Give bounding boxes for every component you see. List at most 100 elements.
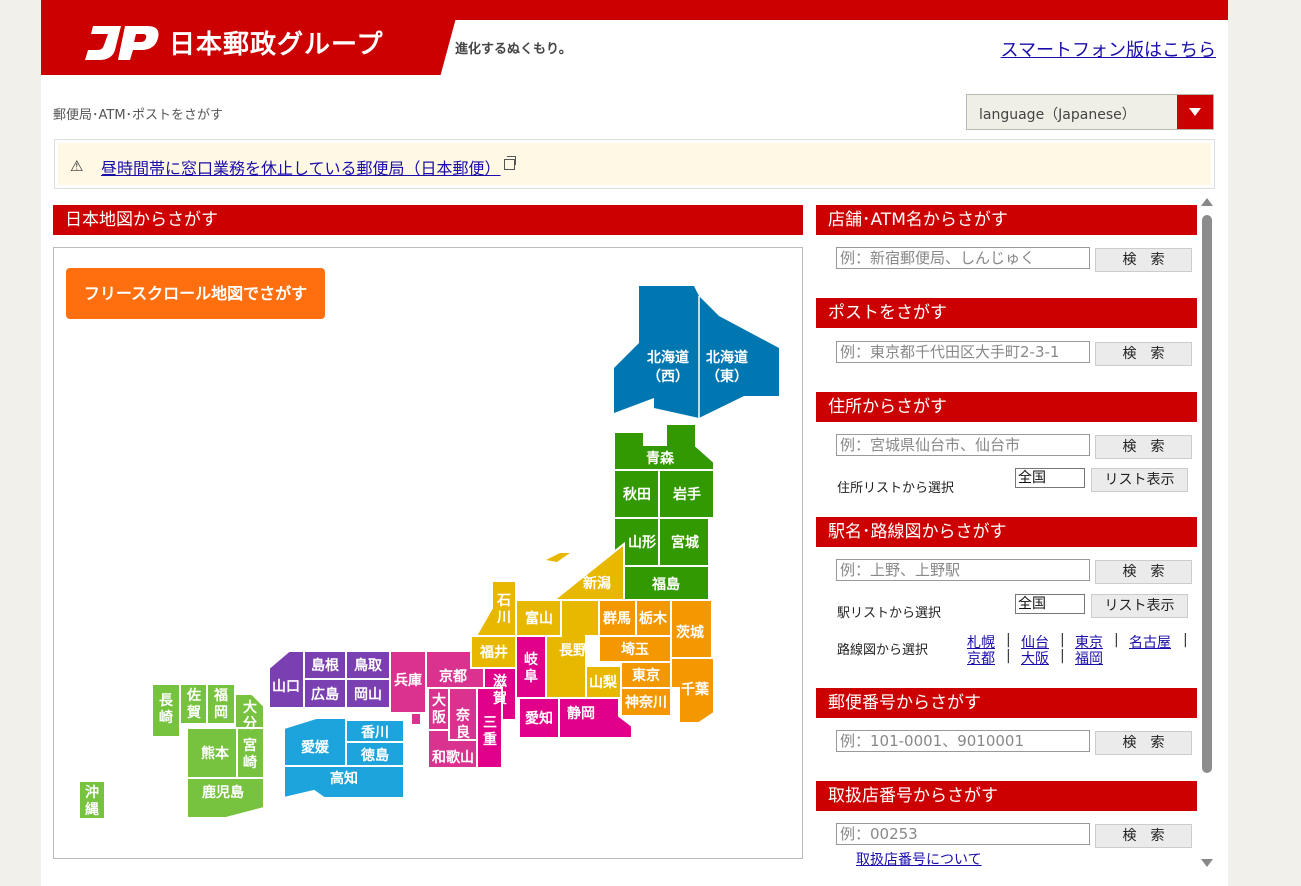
label-hokkaido-east-2: （東） <box>706 368 748 385</box>
label-yamagata: 山形 <box>628 534 656 551</box>
label-shiga-1: 滋 <box>493 673 507 690</box>
route-link-fukuoka[interactable]: 福岡 <box>1075 648 1103 668</box>
label-shizuoka: 静岡 <box>567 705 595 722</box>
label-oita-2: 分 <box>243 716 257 732</box>
station-search-input[interactable]: 例：上野、上野駅 <box>836 559 1090 581</box>
address-list-button[interactable]: リスト表示 <box>1091 468 1188 492</box>
pref-awaji[interactable] <box>410 712 422 726</box>
route-link-nagoya[interactable]: 名古屋 <box>1129 632 1171 652</box>
label-mie-1: 三 <box>483 715 497 731</box>
route-map-label: 路線図から選択 <box>837 643 929 658</box>
station-search-button[interactable]: 検 索 <box>1095 560 1192 584</box>
branch-code-about-link[interactable]: 取扱店番号について <box>856 849 982 869</box>
label-oita-1: 大 <box>243 699 257 716</box>
scroll-down-icon[interactable] <box>1201 859 1213 867</box>
route-link-osaka[interactable]: 大阪 <box>1021 648 1049 668</box>
label-hokkaido-west-2: （西） <box>647 369 689 385</box>
language-select[interactable]: language（Japanese） <box>966 94 1214 130</box>
label-saga-2: 賀 <box>186 704 201 721</box>
label-ibaraki: 茨城 <box>676 624 704 641</box>
warning-icon: ⚠ <box>70 157 84 175</box>
label-akita: 秋田 <box>623 486 651 503</box>
jp-logo-icon[interactable] <box>81 20 161 62</box>
label-hokkaido-east-1: 北海道 <box>706 349 748 366</box>
label-fukuoka-1: 福 <box>213 687 228 704</box>
label-fukuoka-2: 岡 <box>214 705 228 721</box>
address-region-select[interactable]: 全国 <box>1015 468 1085 488</box>
label-okinawa-1: 沖 <box>85 784 99 801</box>
label-kyoto: 京都 <box>439 668 467 685</box>
label-nara-1: 奈 <box>455 707 471 724</box>
group-name: 日本郵政グループ <box>169 30 384 60</box>
label-ishikawa-2: 川 <box>496 610 511 626</box>
label-kanagawa: 神奈川 <box>625 694 667 711</box>
postal-search-input[interactable]: 例：101-0001、9010001 <box>836 730 1090 752</box>
postal-search-button[interactable]: 検 索 <box>1095 731 1192 755</box>
label-niigata: 新潟 <box>583 575 611 592</box>
label-toyama: 富山 <box>525 610 553 627</box>
smartphone-link[interactable]: スマートフォン版はこちら <box>1001 36 1216 62</box>
logo-area-cut <box>401 18 456 75</box>
label-miyagi: 宮城 <box>671 534 699 551</box>
language-label: language（Japanese） <box>979 107 1136 123</box>
japan-map: 北海道 （西） 北海道 （東） 青森 秋田 岩手 山形 宮城 福島 新潟 石 川… <box>53 247 803 859</box>
free-scroll-map-button[interactable]: フリースクロール地図でさがす <box>66 268 325 319</box>
label-yamaguchi: 山口 <box>272 679 300 695</box>
store-search-input[interactable]: 例：新宿郵便局、しんじゅく <box>836 247 1090 269</box>
label-kagoshima: 鹿児島 <box>201 784 244 801</box>
branch-search-button[interactable]: 検 索 <box>1095 824 1192 848</box>
page: 日本郵政グループ 進化するぬくもり。 スマートフォン版はこちら 郵便局･ATM･… <box>41 0 1228 886</box>
scroll-up-icon[interactable] <box>1201 198 1213 206</box>
label-gunma: 群馬 <box>602 610 631 627</box>
label-tottori: 鳥取 <box>354 657 383 674</box>
label-miyazaki-1: 宮 <box>243 737 257 754</box>
route-separator: | <box>1060 648 1065 664</box>
pref-sado <box>546 553 570 562</box>
japan-map-svg: 北海道 （西） 北海道 （東） 青森 秋田 岩手 山形 宮城 福島 新潟 石 川… <box>78 286 779 820</box>
label-mie-2: 重 <box>483 731 497 748</box>
label-kumamoto: 熊本 <box>201 745 230 762</box>
label-miyazaki-2: 崎 <box>243 754 257 771</box>
label-nara-2: 良 <box>456 724 470 741</box>
postal-search-title: 郵便番号からさがす <box>816 688 1197 718</box>
label-fukui: 福井 <box>479 644 508 661</box>
label-saga-1: 佐 <box>186 687 201 704</box>
scroll-thumb[interactable] <box>1202 215 1212 773</box>
label-wakayama: 和歌山 <box>432 749 474 766</box>
station-list-button[interactable]: リスト表示 <box>1091 594 1188 618</box>
label-iwate: 岩手 <box>672 486 701 503</box>
label-fukushima: 福島 <box>651 576 680 593</box>
station-list-label: 駅リストから選択 <box>837 606 942 621</box>
route-separator: | <box>1060 632 1065 648</box>
notice-link[interactable]: 昼時間帯に窓口業務を休止している郵便局（日本郵便） <box>101 155 501 179</box>
address-search-button[interactable]: 検 索 <box>1095 435 1192 459</box>
breadcrumb: 郵便局･ATM･ポストをさがす <box>53 108 224 123</box>
label-nagano: 長野 <box>559 643 587 659</box>
label-hyogo: 兵庫 <box>394 672 422 689</box>
address-list-label: 住所リストから選択 <box>837 481 955 496</box>
route-link-kyoto[interactable]: 京都 <box>967 648 995 668</box>
label-osaka-1: 大 <box>432 692 446 709</box>
store-search-button[interactable]: 検 索 <box>1095 248 1192 272</box>
map-section-title: 日本地図からさがす <box>53 205 803 235</box>
label-shiga-2: 賀 <box>492 690 507 707</box>
external-link-icon <box>504 156 516 170</box>
address-search-title: 住所からさがす <box>816 392 1197 422</box>
label-okinawa-2: 縄 <box>85 801 99 818</box>
chevron-down-icon[interactable] <box>1177 95 1213 129</box>
store-search-title: 店舗･ATM名からさがす <box>816 205 1197 235</box>
label-tokyo: 東京 <box>632 667 660 684</box>
post-search-button[interactable]: 検 索 <box>1095 342 1192 366</box>
label-ishikawa-1: 石 <box>496 593 511 609</box>
post-search-input[interactable]: 例：東京都千代田区大手町2-3-1 <box>836 341 1090 363</box>
branch-search-input[interactable]: 例：00253 <box>836 823 1090 845</box>
station-search-title: 駅名･路線図からさがす <box>816 517 1197 547</box>
address-search-input[interactable]: 例：宮城県仙台市、仙台市 <box>836 434 1090 456</box>
route-separator: | <box>1183 632 1188 648</box>
label-aomori: 青森 <box>646 450 675 467</box>
label-saitama: 埼玉 <box>621 641 649 658</box>
label-gifu-1: 岐 <box>524 651 539 668</box>
station-region-select[interactable]: 全国 <box>1015 594 1085 614</box>
route-separator: | <box>1006 648 1011 664</box>
panel-scrollbar[interactable] <box>1199 198 1215 873</box>
